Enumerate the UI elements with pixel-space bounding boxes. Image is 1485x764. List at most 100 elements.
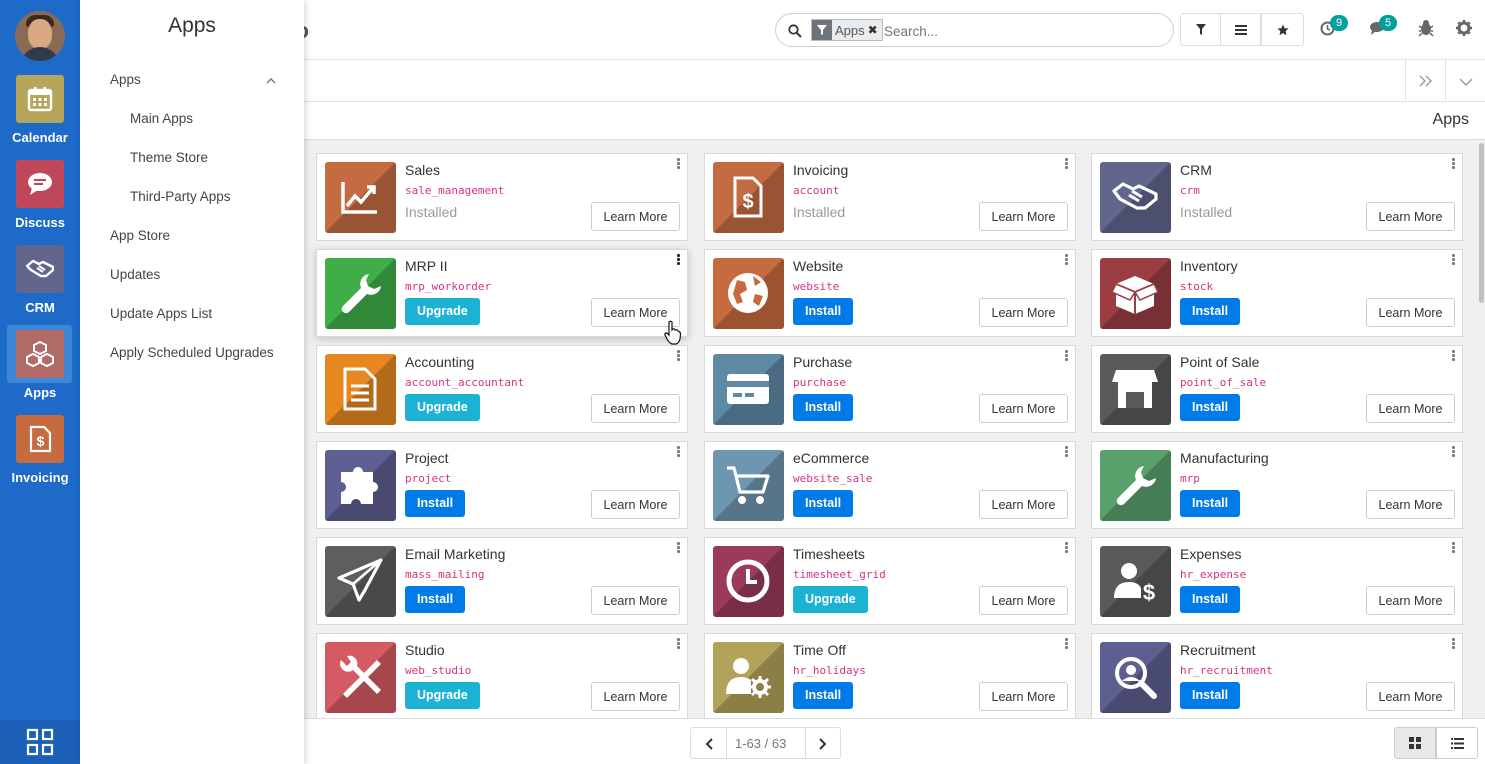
learn-more-button[interactable]: Learn More [1366, 202, 1455, 231]
gear-icon[interactable] [1456, 20, 1472, 36]
facet-remove-icon[interactable]: ✖ [868, 23, 882, 37]
install-button[interactable]: Install [793, 298, 854, 325]
learn-more-button[interactable]: Learn More [979, 586, 1068, 615]
install-button[interactable]: Install [1180, 490, 1241, 517]
menu-item-main-apps[interactable]: Main Apps [130, 111, 193, 126]
rail-item-invoicing[interactable]: $ Invoicing [0, 410, 80, 492]
rail-item-calendar[interactable]: Calendar [0, 70, 80, 152]
kebab-menu-icon[interactable] [1452, 254, 1456, 266]
bug-icon[interactable] [1418, 19, 1434, 37]
upgrade-button[interactable]: Upgrade [405, 682, 480, 709]
learn-more-button[interactable]: Learn More [979, 682, 1068, 711]
learn-more-button[interactable]: Learn More [979, 202, 1068, 231]
upgrade-button[interactable]: Upgrade [405, 394, 480, 421]
install-button[interactable]: Install [1180, 682, 1241, 709]
install-button[interactable]: Install [405, 490, 466, 517]
group-by-button[interactable] [1220, 13, 1261, 46]
rail-item-apps[interactable]: Apps [0, 325, 80, 407]
home-menu-button[interactable] [0, 720, 80, 764]
learn-more-button[interactable]: Learn More [591, 202, 680, 231]
favorites-button[interactable] [1261, 13, 1304, 46]
learn-more-button[interactable]: Learn More [591, 490, 680, 519]
chevron-right-icon[interactable] [817, 738, 827, 750]
app-card[interactable]: Email Marketing mass_mailing Install Learn … [316, 537, 688, 625]
kebab-menu-icon[interactable] [677, 158, 681, 170]
learn-more-button[interactable]: Learn More [1366, 394, 1455, 423]
install-button[interactable]: Install [1180, 298, 1241, 325]
menu-item-theme-store[interactable]: Theme Store [130, 150, 208, 165]
chevron-left-icon[interactable] [705, 738, 715, 750]
app-card[interactable]: Manufacturing mrp Install Learn More [1091, 441, 1463, 529]
install-button[interactable]: Install [793, 394, 854, 421]
menu-item-apps[interactable]: Apps [110, 72, 141, 87]
kebab-menu-icon[interactable] [1065, 350, 1069, 362]
scrollbar[interactable] [1477, 140, 1485, 718]
filter-button[interactable] [1180, 13, 1221, 46]
learn-more-button[interactable]: Learn More [591, 586, 680, 615]
learn-more-button[interactable]: Learn More [1366, 490, 1455, 519]
kebab-menu-icon[interactable] [1065, 542, 1069, 554]
upgrade-button[interactable]: Upgrade [405, 298, 480, 325]
learn-more-button[interactable]: Learn More [979, 490, 1068, 519]
kebab-menu-icon[interactable] [1452, 446, 1456, 458]
install-button[interactable]: Install [1180, 586, 1241, 613]
chevron-up-icon[interactable] [266, 77, 276, 85]
kebab-menu-icon[interactable] [677, 350, 681, 362]
app-card[interactable]: $ Invoicing account Installed Learn More [704, 153, 1076, 241]
rail-item-crm[interactable]: CRM [0, 240, 80, 322]
learn-more-button[interactable]: Learn More [979, 298, 1068, 327]
app-card[interactable]: Inventory stock Install Learn More [1091, 249, 1463, 337]
app-card[interactable]: Sales sale_management Installed Learn More [316, 153, 688, 241]
kebab-menu-icon[interactable] [1065, 158, 1069, 170]
menu-item-third-party-apps[interactable]: Third-Party Apps [130, 189, 231, 204]
pager-value[interactable]: 1-63 / 63 [735, 736, 786, 751]
kebab-menu-icon[interactable] [1452, 638, 1456, 650]
app-card[interactable]: Website website Install Learn More [704, 249, 1076, 337]
learn-more-button[interactable]: Learn More [979, 394, 1068, 423]
user-avatar[interactable] [15, 11, 65, 61]
upgrade-button[interactable]: Upgrade [793, 586, 868, 613]
app-card[interactable]: Timesheets timesheet_grid Upgrade Learn Mor… [704, 537, 1076, 625]
learn-more-button[interactable]: Learn More [1366, 682, 1455, 711]
kebab-menu-icon[interactable] [677, 254, 681, 266]
search-bar[interactable]: Apps ✖ [775, 13, 1174, 47]
chevron-down-icon[interactable] [1445, 60, 1485, 102]
kebab-menu-icon[interactable] [1065, 254, 1069, 266]
kanban-view-button[interactable] [1394, 727, 1436, 759]
install-button[interactable]: Install [793, 490, 854, 517]
install-button[interactable]: Install [1180, 394, 1241, 421]
menu-item-apply-scheduled-upgrades[interactable]: Apply Scheduled Upgrades [110, 345, 274, 360]
app-card[interactable]: Purchase purchase Install Learn More [704, 345, 1076, 433]
install-button[interactable]: Install [405, 586, 466, 613]
app-card[interactable]: Time Off hr_holidays Install Learn More [704, 633, 1076, 721]
search-input[interactable] [884, 21, 1154, 41]
learn-more-button[interactable]: Learn More [591, 394, 680, 423]
kebab-menu-icon[interactable] [1452, 350, 1456, 362]
app-card[interactable]: Project project Install Learn More [316, 441, 688, 529]
kebab-menu-icon[interactable] [1065, 638, 1069, 650]
search-facet[interactable]: Apps ✖ [811, 19, 883, 41]
app-card[interactable]: Studio web_studio Upgrade Learn More [316, 633, 688, 721]
learn-more-button[interactable]: Learn More [1366, 298, 1455, 327]
kebab-menu-icon[interactable] [1452, 542, 1456, 554]
kebab-menu-icon[interactable] [677, 638, 681, 650]
install-button[interactable]: Install [793, 682, 854, 709]
kebab-menu-icon[interactable] [1065, 446, 1069, 458]
learn-more-button[interactable]: Learn More [1366, 586, 1455, 615]
list-view-button[interactable] [1436, 727, 1478, 759]
kebab-menu-icon[interactable] [1452, 158, 1456, 170]
kebab-menu-icon[interactable] [677, 446, 681, 458]
menu-item-update-apps-list[interactable]: Update Apps List [110, 306, 212, 321]
app-card[interactable]: MRP II mrp_workorder Upgrade Learn More [316, 249, 688, 337]
kebab-menu-icon[interactable] [677, 542, 681, 554]
rail-item-discuss[interactable]: Discuss [0, 155, 80, 237]
app-card[interactable]: CRM crm Installed Learn More [1091, 153, 1463, 241]
app-card[interactable]: $ Expenses hr_expense Install Learn More [1091, 537, 1463, 625]
learn-more-button[interactable]: Learn More [591, 682, 680, 711]
menu-item-app-store[interactable]: App Store [110, 228, 170, 243]
app-card[interactable]: Recruitment hr_recruitment Install Learn Mo… [1091, 633, 1463, 721]
app-card[interactable]: Accounting account_accountant Upgrade Learn… [316, 345, 688, 433]
double-chevron-right-icon[interactable] [1405, 60, 1445, 102]
menu-item-updates[interactable]: Updates [110, 267, 160, 282]
app-card[interactable]: eCommerce website_sale Install Learn More [704, 441, 1076, 529]
